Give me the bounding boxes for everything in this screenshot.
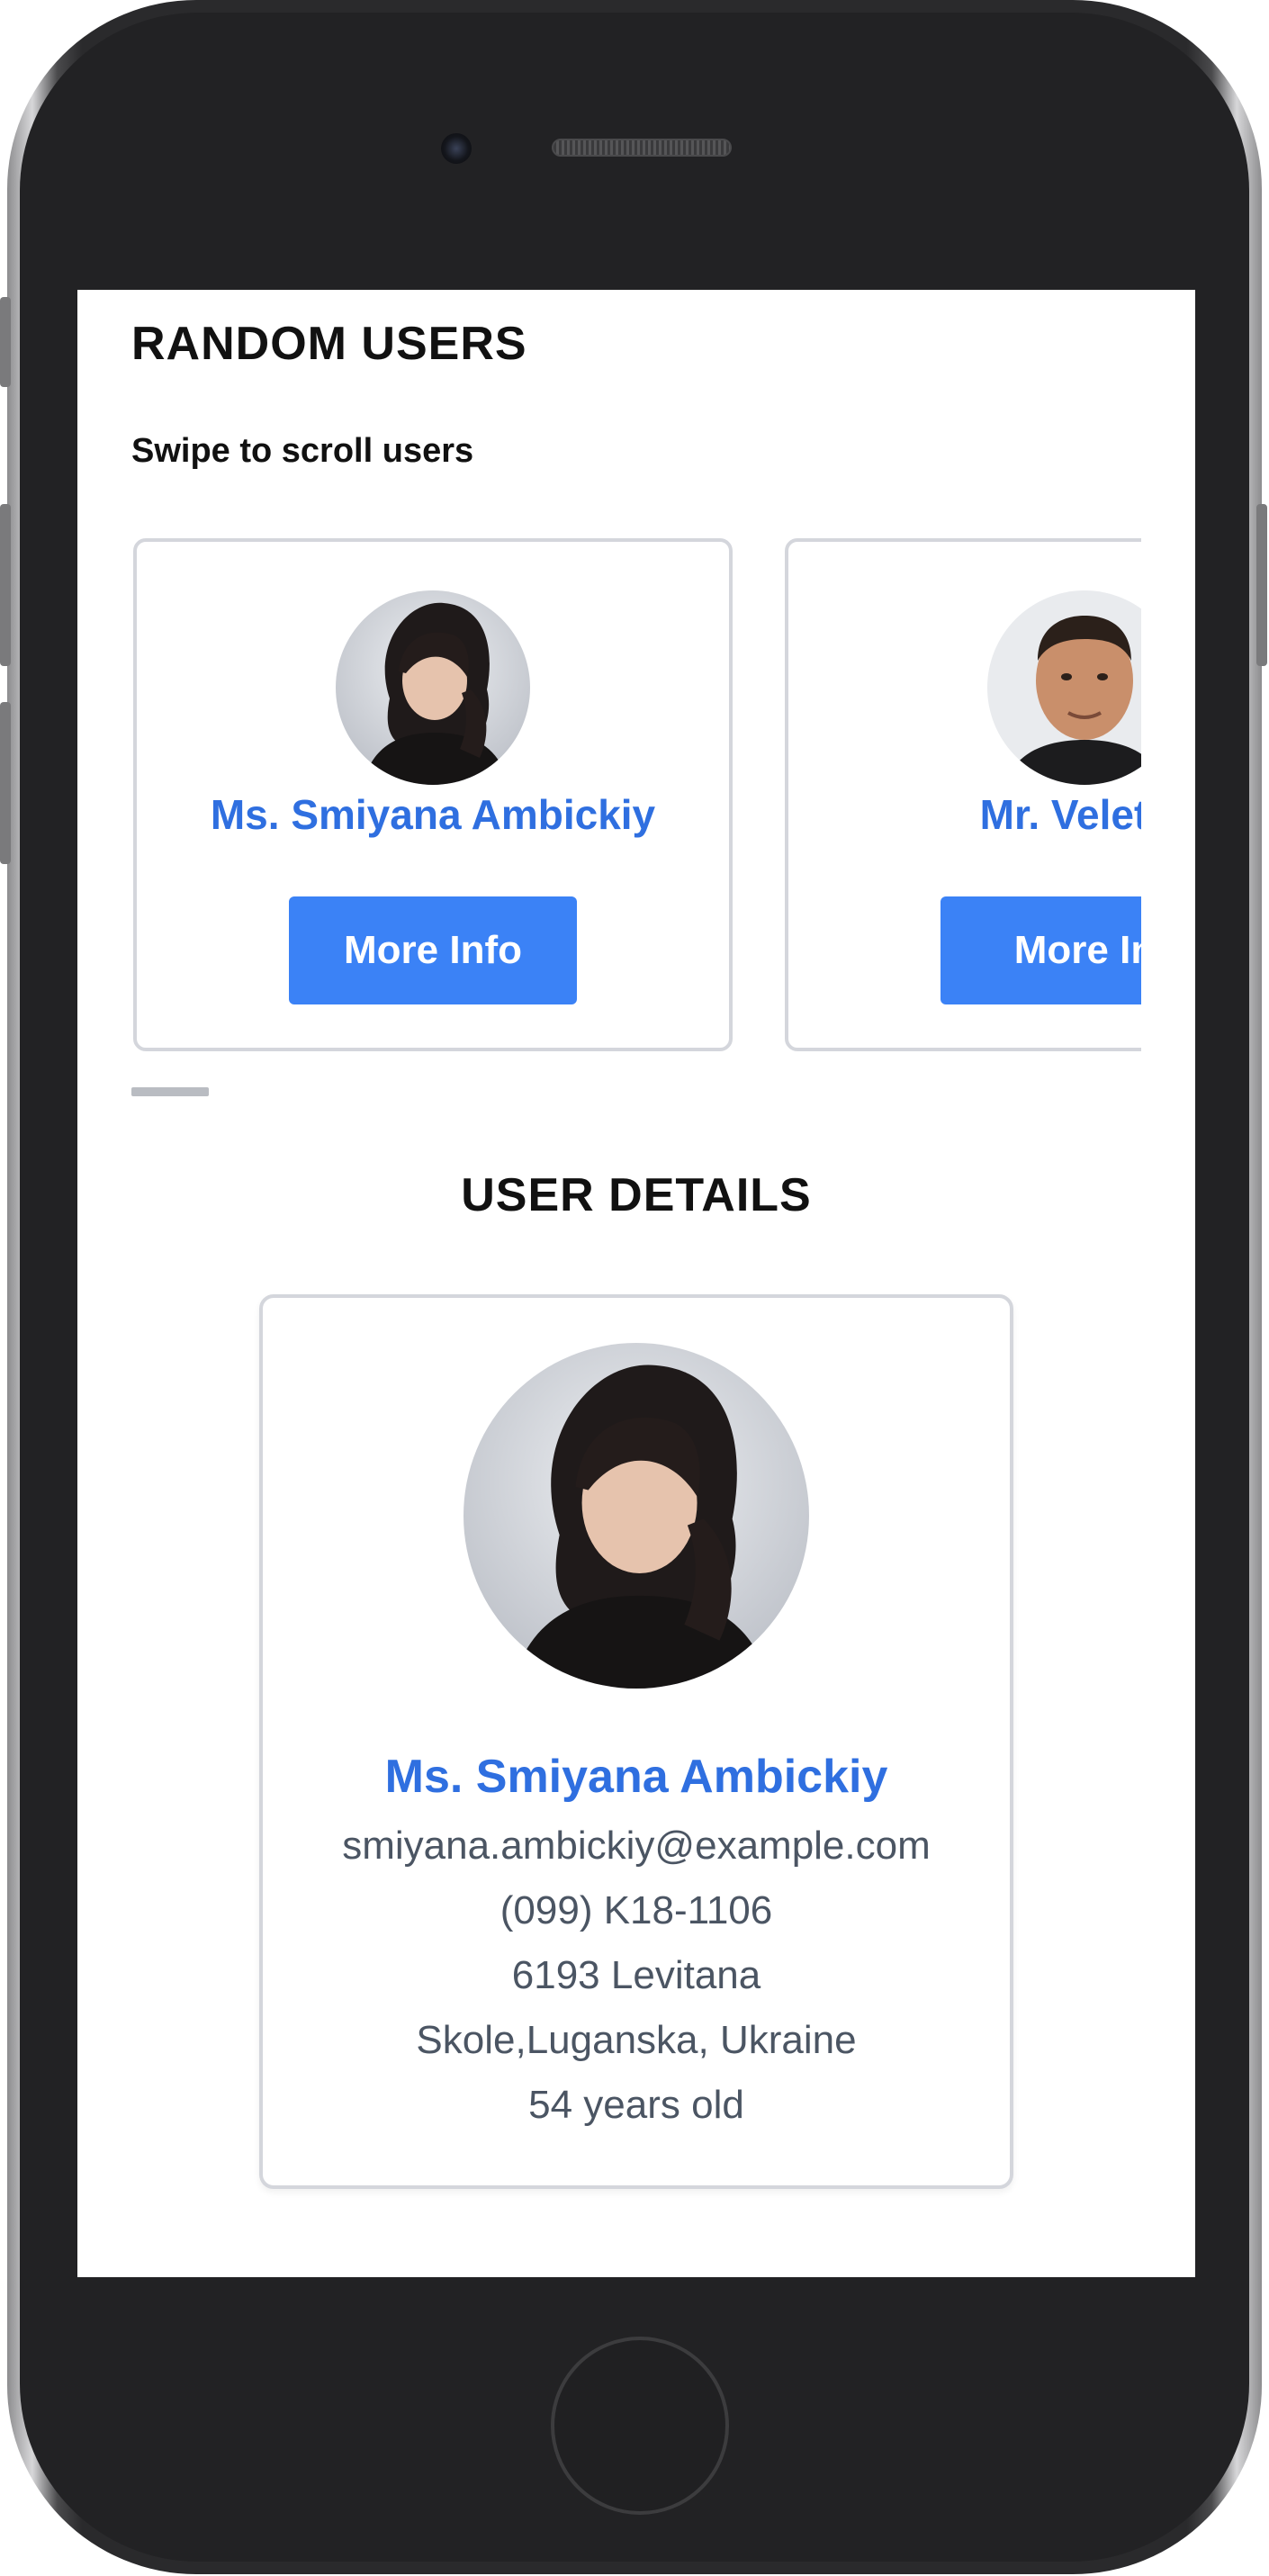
details-email: smiyana.ambickiy@example.com xyxy=(342,1824,931,1868)
power-button xyxy=(1256,504,1267,666)
phone-frame: RANDOM USERS Swipe to scroll users Ms. S… xyxy=(0,0,1267,2574)
swipe-hint: Swipe to scroll users xyxy=(131,432,474,470)
carousel-scroll-indicator xyxy=(131,1087,209,1096)
details-user-name: Ms. Smiyana Ambickiy xyxy=(384,1751,888,1803)
random-users-title: RANDOM USERS xyxy=(131,318,527,370)
details-phone: (099) K18-1106 xyxy=(500,1888,773,1932)
details-age: 54 years old xyxy=(528,2083,744,2127)
mute-switch xyxy=(0,297,11,387)
more-info-button[interactable]: More Info xyxy=(289,896,577,1004)
woman-portrait-icon xyxy=(336,590,530,785)
earpiece-speaker xyxy=(552,139,732,157)
details-location: Skole,Luganska, Ukraine xyxy=(416,2018,857,2062)
user-card-name: Ms. Smiyana Ambickiy xyxy=(210,791,656,838)
man-portrait-icon xyxy=(987,590,1141,785)
more-info-button[interactable]: More In xyxy=(940,896,1141,1004)
app-screen: RANDOM USERS Swipe to scroll users Ms. S… xyxy=(77,290,1195,2277)
woman-portrait-icon xyxy=(464,1343,809,1689)
home-button[interactable] xyxy=(551,2337,729,2515)
user-card-name: Mr. Velet K xyxy=(979,791,1141,838)
details-street: 6193 Levitana xyxy=(511,1953,761,1997)
user-card[interactable]: Ms. Smiyana Ambickiy More Info xyxy=(133,538,733,1051)
user-card[interactable]: Mr. Velet K More In xyxy=(785,538,1141,1051)
user-details-card: Ms. Smiyana Ambickiy smiyana.ambickiy@ex… xyxy=(259,1294,1013,2189)
user-details-title: USER DETAILS xyxy=(461,1169,812,1221)
volume-down-button xyxy=(0,702,11,864)
volume-up-button xyxy=(0,504,11,666)
front-camera-icon xyxy=(441,133,472,164)
users-carousel[interactable]: Ms. Smiyana Ambickiy More Info Mr. Velet… xyxy=(131,536,1141,1082)
